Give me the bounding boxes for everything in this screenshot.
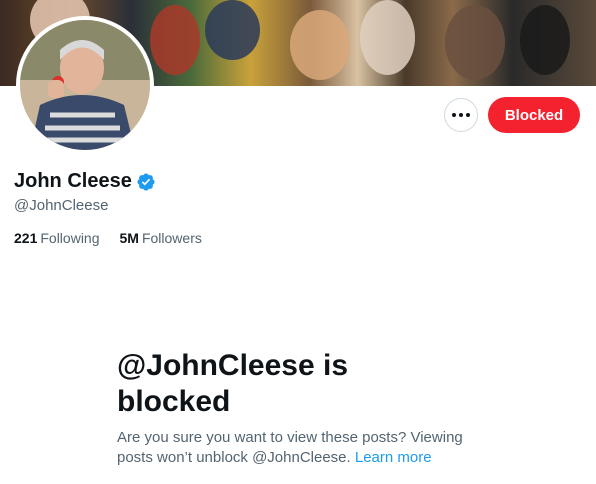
following-link[interactable]: 221 Following (14, 230, 100, 246)
more-options-icon (452, 113, 470, 117)
blocked-title: @JohnCleese is blocked (117, 349, 349, 418)
followers-link[interactable]: 5M Followers (120, 230, 202, 246)
following-count: 221 (14, 230, 38, 246)
profile-name: John Cleese (14, 170, 132, 192)
following-label: Following (40, 230, 100, 246)
profile-handle: @JohnCleese (14, 197, 109, 214)
profile-avatar[interactable] (16, 16, 154, 154)
profile-stats: 221 Following 5M Followers (14, 230, 202, 246)
blocked-button[interactable]: Blocked (488, 97, 580, 133)
avatar-image (20, 20, 150, 150)
more-options-button[interactable] (444, 98, 478, 132)
followers-count: 5M (119, 230, 139, 246)
followers-label: Followers (141, 230, 202, 246)
verified-badge-icon[interactable] (136, 172, 156, 192)
learn-more-link[interactable]: Learn more (355, 449, 432, 466)
profile-name-row: John Cleese (14, 170, 156, 193)
blocked-description-block: Are you sure you want to view these post… (117, 428, 497, 468)
